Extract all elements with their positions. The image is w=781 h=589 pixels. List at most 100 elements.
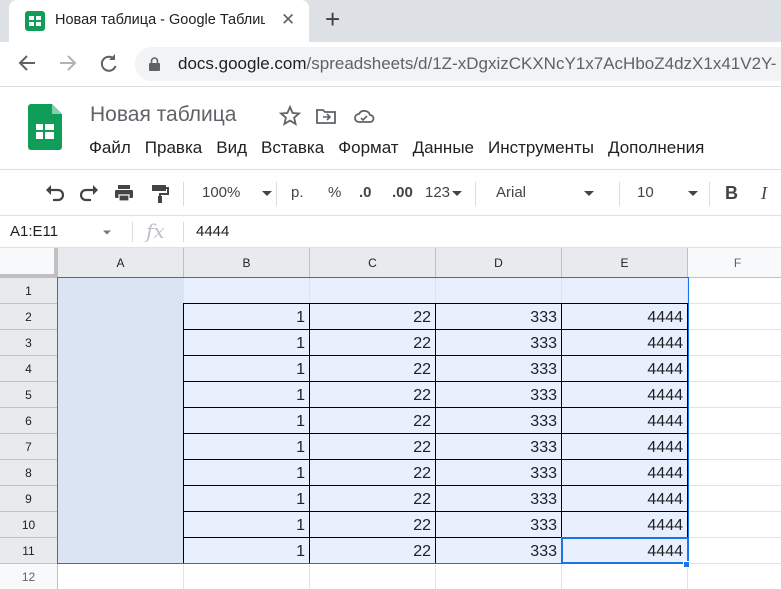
cell-a12[interactable] <box>58 564 184 589</box>
row-header-1[interactable]: 1 <box>0 278 58 304</box>
cell-f5[interactable] <box>688 382 781 408</box>
menu-tools[interactable]: Инструменты <box>488 138 594 158</box>
percent-format-button[interactable]: % <box>328 182 341 204</box>
cell-f3[interactable] <box>688 330 781 356</box>
cell-b5[interactable]: 1 <box>184 382 310 408</box>
cell-b9[interactable]: 1 <box>184 486 310 512</box>
cell-d10[interactable]: 333 <box>436 512 562 538</box>
cell-c10[interactable]: 22 <box>310 512 436 538</box>
row-header-5[interactable]: 5 <box>0 382 58 408</box>
menu-data[interactable]: Данные <box>413 138 474 158</box>
cell-d2[interactable]: 333 <box>436 304 562 330</box>
column-header-b[interactable]: B <box>184 248 310 278</box>
font-select[interactable]: Arial <box>496 182 595 204</box>
cell-a5[interactable] <box>58 382 184 408</box>
reload-icon[interactable] <box>97 50 119 82</box>
close-tab-icon[interactable]: ✕ <box>281 10 295 30</box>
row-header-11[interactable]: 11 <box>0 538 58 564</box>
paint-format-icon[interactable] <box>149 182 171 211</box>
cell-b4[interactable]: 1 <box>184 356 310 382</box>
cell-d11[interactable]: 333 <box>436 538 562 564</box>
row-header-3[interactable]: 3 <box>0 330 58 356</box>
cell-e6[interactable]: 4444 <box>562 408 688 434</box>
cell-b12[interactable] <box>184 564 310 589</box>
cell-f12[interactable] <box>688 564 781 589</box>
cell-b7[interactable]: 1 <box>184 434 310 460</box>
column-header-e[interactable]: E <box>562 248 688 278</box>
cell-c3[interactable]: 22 <box>310 330 436 356</box>
cell-d5[interactable]: 333 <box>436 382 562 408</box>
cell-c7[interactable]: 22 <box>310 434 436 460</box>
move-folder-icon[interactable] <box>314 104 338 128</box>
cell-a2[interactable] <box>58 304 184 330</box>
cell-a10[interactable] <box>58 512 184 538</box>
cell-a11[interactable] <box>58 538 184 564</box>
more-formats-select[interactable]: 123 <box>425 182 463 204</box>
cell-e1[interactable] <box>562 278 688 304</box>
omnibox[interactable]: docs.google.com/spreadsheets/d/1Z-xDgxiz… <box>135 47 781 81</box>
cell-f10[interactable] <box>688 512 781 538</box>
cell-b3[interactable]: 1 <box>184 330 310 356</box>
cell-d12[interactable] <box>436 564 562 589</box>
cell-f6[interactable] <box>688 408 781 434</box>
cell-f2[interactable] <box>688 304 781 330</box>
cell-f4[interactable] <box>688 356 781 382</box>
cell-c9[interactable]: 22 <box>310 486 436 512</box>
cell-d3[interactable]: 333 <box>436 330 562 356</box>
font-size-select[interactable]: 10 <box>637 182 698 204</box>
cell-b11[interactable]: 1 <box>184 538 310 564</box>
row-header-12[interactable]: 12 <box>0 564 58 589</box>
name-box[interactable]: A1:E11 <box>10 223 112 240</box>
back-icon[interactable] <box>17 50 37 82</box>
lock-icon[interactable] <box>149 57 160 71</box>
cell-e10[interactable]: 4444 <box>562 512 688 538</box>
cell-d7[interactable]: 333 <box>436 434 562 460</box>
cell-e5[interactable]: 4444 <box>562 382 688 408</box>
cell-a7[interactable] <box>58 434 184 460</box>
cell-b10[interactable]: 1 <box>184 512 310 538</box>
document-title[interactable]: Новая таблица <box>90 103 237 127</box>
currency-format-button[interactable]: р. <box>291 182 304 204</box>
row-header-8[interactable]: 8 <box>0 460 58 486</box>
column-header-d[interactable]: D <box>436 248 562 278</box>
row-header-7[interactable]: 7 <box>0 434 58 460</box>
zoom-select[interactable]: 100% <box>202 182 273 204</box>
cell-a6[interactable] <box>58 408 184 434</box>
cell-e12[interactable] <box>562 564 688 589</box>
menu-addons[interactable]: Дополнения <box>608 138 704 158</box>
row-header-2[interactable]: 2 <box>0 304 58 330</box>
browser-tab[interactable]: Новая таблица - Google Таблицы ✕ <box>9 0 309 42</box>
sheets-logo-icon[interactable] <box>28 104 62 150</box>
row-header-9[interactable]: 9 <box>0 486 58 512</box>
row-header-10[interactable]: 10 <box>0 512 58 538</box>
column-header-a[interactable]: A <box>58 248 184 278</box>
cloud-saved-icon[interactable] <box>352 104 376 128</box>
cell-c1[interactable] <box>310 278 436 304</box>
cell-e8[interactable]: 4444 <box>562 460 688 486</box>
cell-f9[interactable] <box>688 486 781 512</box>
star-icon[interactable] <box>278 104 302 128</box>
cell-d4[interactable]: 333 <box>436 356 562 382</box>
new-tab-icon[interactable]: + <box>325 5 340 33</box>
cell-c2[interactable]: 22 <box>310 304 436 330</box>
redo-icon[interactable] <box>78 182 100 211</box>
cell-f8[interactable] <box>688 460 781 486</box>
italic-button[interactable]: I <box>761 182 767 204</box>
menu-insert[interactable]: Вставка <box>261 138 324 158</box>
cell-a8[interactable] <box>58 460 184 486</box>
row-header-4[interactable]: 4 <box>0 356 58 382</box>
menu-file[interactable]: Файл <box>89 138 131 158</box>
cell-b2[interactable]: 1 <box>184 304 310 330</box>
menu-format[interactable]: Формат <box>338 138 398 158</box>
cell-e9[interactable]: 4444 <box>562 486 688 512</box>
cell-b8[interactable]: 1 <box>184 460 310 486</box>
cell-e2[interactable]: 4444 <box>562 304 688 330</box>
decrease-decimal-button[interactable]: .0 <box>359 182 372 204</box>
cell-f11[interactable] <box>688 538 781 564</box>
cell-c5[interactable]: 22 <box>310 382 436 408</box>
cell-f1[interactable] <box>688 278 781 304</box>
cell-e11[interactable]: 4444 <box>562 538 688 564</box>
cell-e4[interactable]: 4444 <box>562 356 688 382</box>
cell-d6[interactable]: 333 <box>436 408 562 434</box>
cell-e7[interactable]: 4444 <box>562 434 688 460</box>
